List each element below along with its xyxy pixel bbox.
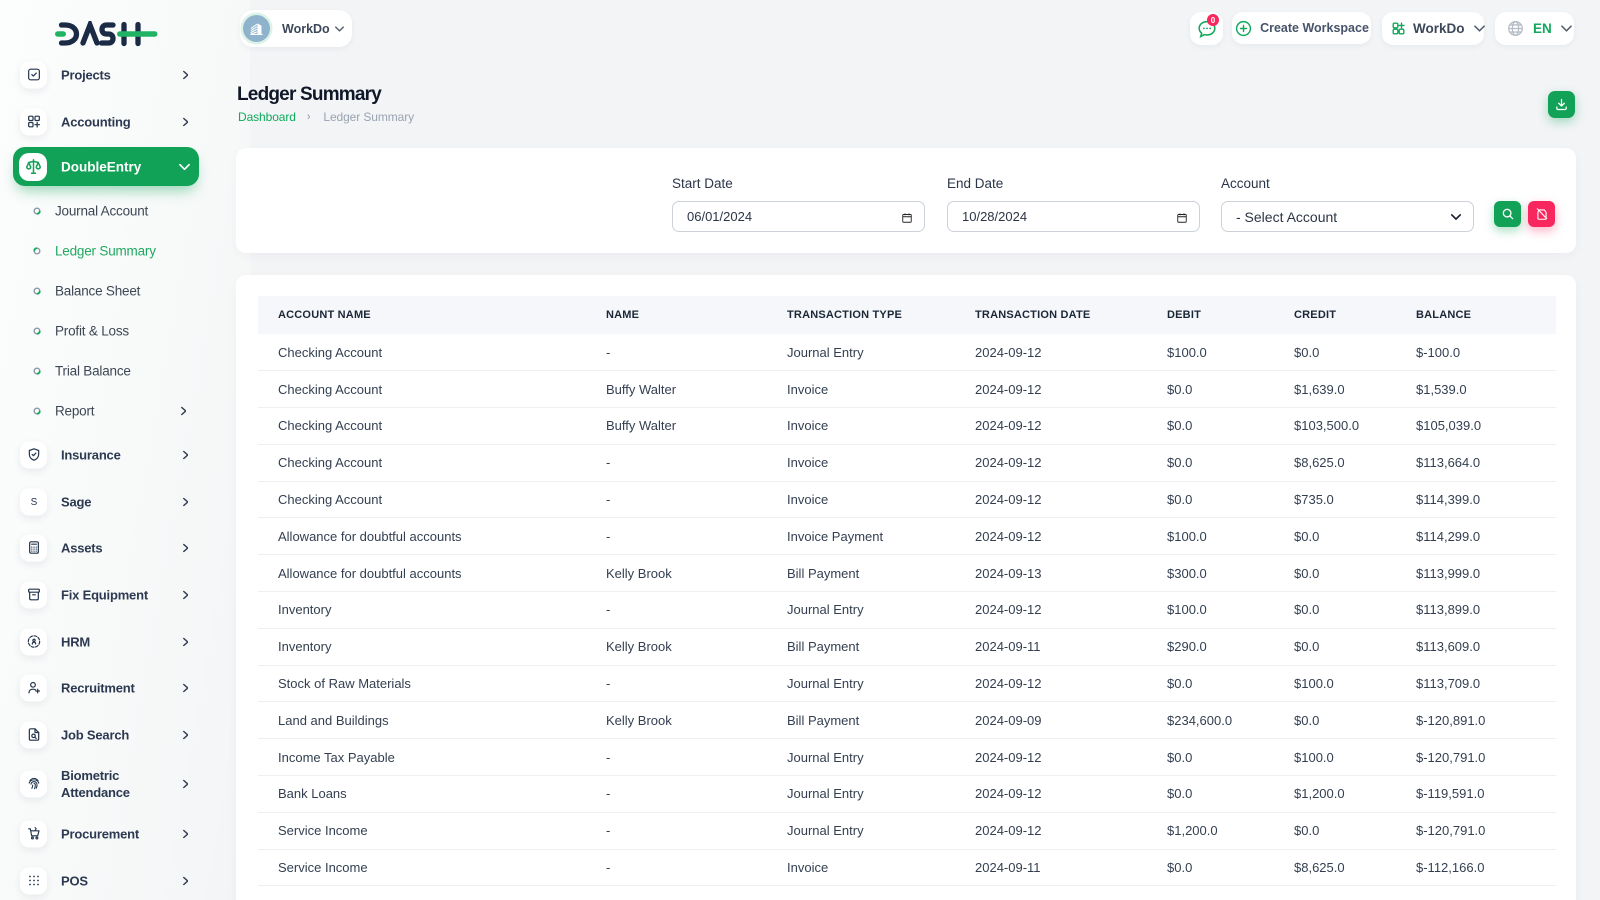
svg-text:S: S	[30, 497, 37, 508]
